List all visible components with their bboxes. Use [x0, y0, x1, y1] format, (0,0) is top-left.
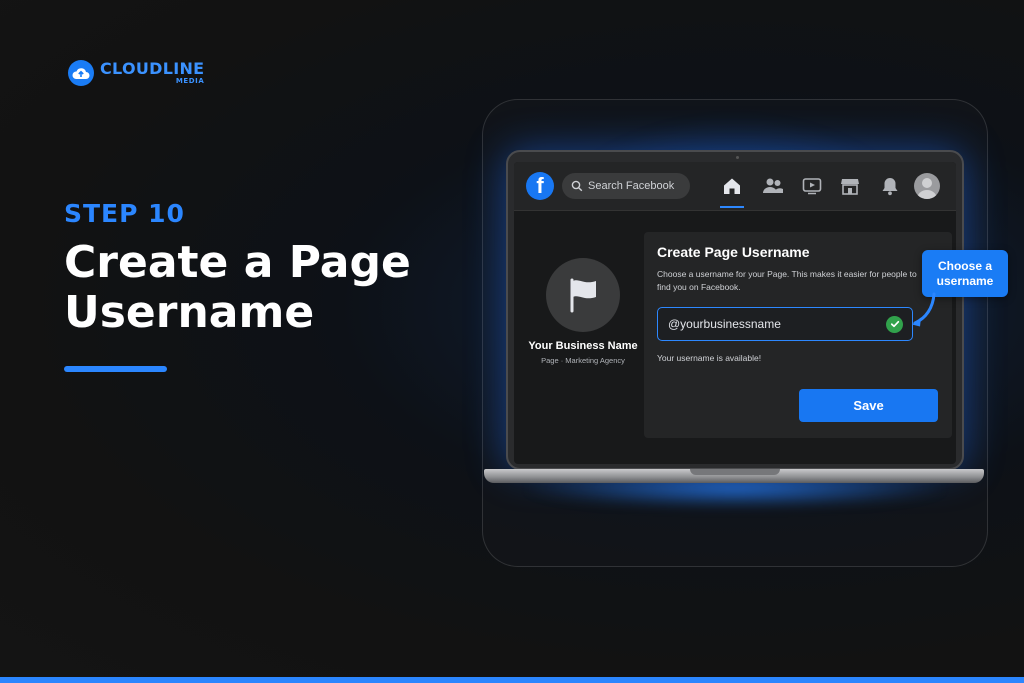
laptop: f Search Facebook Your Business Name Pag… — [506, 150, 964, 470]
search-icon — [571, 180, 583, 192]
step-label: STEP 10 — [64, 199, 185, 228]
logo: CLOUDLINE MEDIA — [68, 60, 204, 86]
page-profile-picture[interactable] — [546, 258, 620, 332]
page-name: Your Business Name — [528, 340, 638, 352]
availability-status: Your username is available! — [657, 353, 762, 363]
flag-icon — [570, 278, 596, 313]
check-icon — [886, 315, 903, 333]
username-card: Create Page Username Choose a username f… — [644, 232, 952, 438]
camera — [736, 156, 739, 159]
callout-arrow-icon — [912, 292, 936, 327]
facebook-logo-icon[interactable]: f — [526, 172, 554, 200]
bell-icon[interactable] — [878, 174, 902, 198]
username-value[interactable]: @yourbusinessname — [668, 317, 886, 331]
logo-sub: MEDIA — [175, 77, 205, 85]
username-field[interactable]: @yourbusinessname — [657, 307, 913, 341]
laptop-notch — [690, 469, 780, 475]
marketplace-icon[interactable] — [838, 174, 862, 198]
bottom-accent-bar — [0, 677, 1024, 683]
cloud-icon — [68, 60, 94, 86]
logo-name: CLOUDLINE — [100, 59, 205, 78]
laptop-screen: f Search Facebook Your Business Name Pag… — [514, 162, 956, 464]
save-button[interactable]: Save — [799, 389, 938, 422]
page-category: Page · Marketing Agency — [541, 356, 625, 365]
avatar[interactable] — [914, 173, 940, 199]
friends-icon[interactable] — [761, 174, 785, 198]
page-title: Create a Page Username — [64, 237, 411, 338]
home-active-indicator — [720, 206, 744, 208]
search-bar[interactable]: Search Facebook — [562, 173, 690, 199]
card-title: Create Page Username — [657, 244, 810, 260]
card-description: Choose a username for your Page. This ma… — [657, 269, 917, 292]
facebook-topbar: f Search Facebook — [514, 162, 956, 211]
title-underline — [64, 366, 167, 372]
search-input[interactable]: Search Facebook — [588, 180, 674, 192]
watch-icon[interactable] — [800, 174, 824, 198]
home-icon[interactable] — [720, 174, 744, 198]
